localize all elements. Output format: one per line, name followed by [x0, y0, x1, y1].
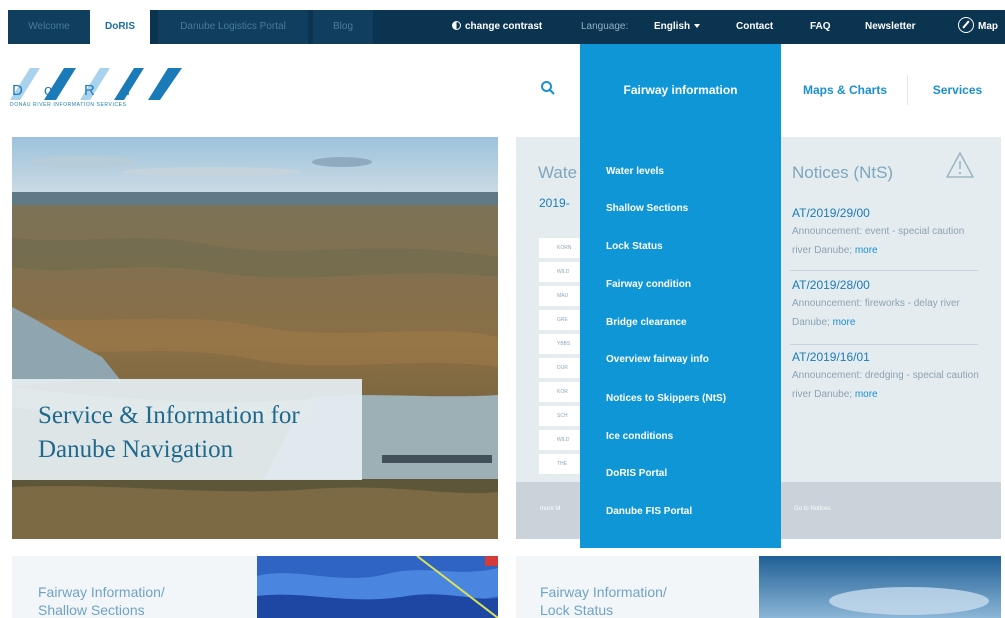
- map-label: Map: [978, 21, 998, 32]
- lock-status-image: [759, 556, 1001, 618]
- nav-maps-charts[interactable]: Maps & Charts: [781, 44, 909, 137]
- warning-icon: [946, 152, 974, 178]
- notice-divider: [790, 270, 978, 271]
- station-row[interactable]: YBBS: [539, 334, 584, 354]
- notice-code[interactable]: AT/2019/29/00: [792, 206, 870, 220]
- station-row[interactable]: WILD: [539, 262, 584, 282]
- menu-item-notices-to-skippers[interactable]: Notices to Skippers (NtS): [606, 393, 726, 404]
- water-levels-title: Wate: [538, 163, 578, 182]
- water-levels-date: 2019-: [539, 196, 570, 210]
- teaser-title[interactable]: Fairway Information/ Lock Status: [540, 583, 667, 618]
- go-to-notices-link[interactable]: Go to Notices: [794, 506, 830, 512]
- notice-text: Announcement: dredging - special caution…: [792, 370, 979, 400]
- menu-item-water-levels[interactable]: Water levels: [606, 166, 664, 177]
- logo-letter: I: [126, 82, 131, 99]
- language-select[interactable]: English: [654, 10, 701, 44]
- logo-letter: R: [84, 82, 95, 99]
- teaser-line1: Fairway Information/: [38, 584, 165, 600]
- tab-danube-logistics-portal[interactable]: Danube Logistics Portal: [158, 10, 308, 44]
- logo-letter: D: [12, 82, 23, 99]
- notice-more-link[interactable]: more: [855, 389, 878, 400]
- contrast-icon: [452, 21, 461, 30]
- search-icon[interactable]: [540, 80, 556, 96]
- teaser-line2: Shallow Sections: [38, 602, 145, 618]
- menu-item-overview-fairway-info[interactable]: Overview fairway info: [606, 354, 709, 365]
- notice-description: Announcement: fireworks - delay river Da…: [792, 294, 982, 332]
- station-row[interactable]: THE: [539, 454, 584, 474]
- station-row[interactable]: GRE: [539, 310, 584, 330]
- notice-description: Announcement: event - special caution ri…: [792, 222, 982, 260]
- nav-services[interactable]: Services: [910, 44, 1005, 137]
- notice-description: Announcement: dredging - special caution…: [792, 366, 982, 404]
- menu-item-fairway-condition[interactable]: Fairway condition: [606, 279, 691, 290]
- change-contrast-button[interactable]: change contrast: [452, 10, 542, 44]
- tab-doris[interactable]: DoRIS: [90, 10, 150, 44]
- notice-code[interactable]: AT/2019/28/00: [792, 278, 870, 292]
- contact-link[interactable]: Contact: [736, 10, 773, 44]
- teaser-line1: Fairway Information/: [540, 584, 667, 600]
- compass-icon: [958, 17, 974, 33]
- more-water-levels-link[interactable]: more M: [540, 506, 560, 512]
- menu-item-doris-portal[interactable]: DoRIS Portal: [606, 468, 667, 479]
- logo-tagline: DONAU RIVER INFORMATION SERVICES: [10, 102, 127, 108]
- menu-item-bridge-clearance[interactable]: Bridge clearance: [606, 317, 687, 328]
- menu-item-danube-fis-portal[interactable]: Danube FIS Portal: [606, 506, 692, 517]
- language-value: English: [654, 21, 691, 32]
- logo-graphic: [10, 68, 182, 100]
- teaser-title[interactable]: Fairway Information/ Shallow Sections: [38, 583, 165, 618]
- change-contrast-label: change contrast: [465, 21, 543, 32]
- station-row[interactable]: SCH: [539, 406, 584, 426]
- nav-divider: [907, 75, 908, 105]
- menu-item-shallow-sections[interactable]: Shallow Sections: [606, 203, 688, 214]
- notice-code[interactable]: AT/2019/16/01: [792, 350, 870, 364]
- faq-link[interactable]: FAQ: [810, 10, 831, 44]
- language-label: Language:: [581, 21, 629, 32]
- station-row[interactable]: MAU: [539, 286, 584, 306]
- hero-title-line1: Service & Information for: [38, 402, 300, 429]
- top-utility-bar: Welcome DoRIS Danube Logistics Portal Bl…: [8, 10, 1005, 44]
- station-row[interactable]: KOR: [539, 382, 584, 402]
- hero-caption: Service & Information for Danube Navigat…: [12, 379, 362, 480]
- notice-more-link[interactable]: more: [855, 245, 878, 256]
- doris-logo[interactable]: D o R I S DONAU RIVER INFORMATION SERVIC…: [10, 68, 182, 108]
- teaser-line2: Lock Status: [540, 602, 614, 618]
- notice-text: Announcement: fireworks - delay river Da…: [792, 298, 960, 328]
- tab-welcome[interactable]: Welcome: [8, 10, 90, 44]
- tab-blog[interactable]: Blog: [313, 10, 373, 44]
- shallow-sections-map-image: [257, 556, 498, 618]
- hero-title-line2: Danube Navigation: [38, 436, 234, 463]
- notices-title: Notices (NtS): [792, 163, 894, 182]
- notice-divider: [790, 344, 978, 345]
- caret-down-icon: [694, 24, 701, 28]
- logo-letter: o: [44, 82, 53, 99]
- nav-fairway-information[interactable]: Fairway information: [580, 44, 781, 137]
- fairway-information-dropdown: [580, 137, 781, 548]
- station-row[interactable]: KORN: [539, 238, 584, 258]
- notice-more-link[interactable]: more: [833, 317, 856, 328]
- menu-item-lock-status[interactable]: Lock Status: [606, 241, 663, 252]
- menu-item-ice-conditions[interactable]: Ice conditions: [606, 431, 673, 442]
- station-row[interactable]: DUR: [539, 358, 584, 378]
- newsletter-link[interactable]: Newsletter: [865, 10, 916, 44]
- notice-text: Announcement: event - special caution ri…: [792, 226, 965, 256]
- logo-letter: S: [170, 82, 181, 99]
- map-link[interactable]: Map: [958, 10, 998, 44]
- station-row[interactable]: WILD: [539, 430, 584, 450]
